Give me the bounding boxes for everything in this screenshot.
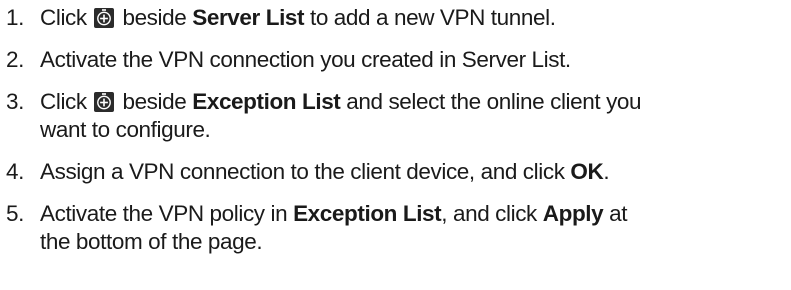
step-4: 4. Assign a VPN connection to the client… [6, 158, 786, 186]
step-number: 3. [6, 89, 24, 114]
step-2: 2. Activate the VPN connection you creat… [6, 46, 786, 74]
step-text-part: . [603, 159, 610, 184]
step-text-part: and select the online client you [340, 89, 642, 114]
step-text: Assign a VPN connection to the client de… [40, 158, 786, 186]
step-5: 5. Activate the VPN policy in Exception … [6, 200, 786, 256]
ok-label: OK [570, 159, 604, 184]
step-text-part: Assign a VPN connection to the client de… [40, 159, 571, 184]
step-text-part: beside [116, 89, 193, 114]
step-text-part: want to configure. [40, 117, 211, 142]
step-text-part: Click [40, 5, 93, 30]
step-text-part: Click [40, 89, 93, 114]
step-text: Activate the VPN connection you created … [40, 47, 571, 72]
step-number: 2. [6, 47, 24, 72]
add-circle-icon [93, 92, 114, 112]
step-text-part: at [603, 201, 628, 226]
step-text-part: , and click [441, 201, 543, 226]
step-text-part: the bottom of the page. [40, 229, 263, 254]
step-text-part: to add a new VPN tunnel. [304, 5, 556, 30]
step-number: 1. [6, 5, 24, 30]
step-text: Activate the VPN policy in Exception Lis… [40, 200, 786, 256]
step-number: 5. [6, 201, 24, 226]
step-text-part: Activate the VPN policy in [40, 201, 294, 226]
server-list-label: Server List [192, 5, 305, 30]
step-number: 4. [6, 159, 24, 184]
step-text-part: beside [116, 5, 193, 30]
step-text: Click beside Exception List and select t… [40, 88, 786, 144]
apply-label: Apply [542, 201, 604, 226]
step-3: 3. Click beside Exception List and selec… [6, 88, 786, 144]
exception-list-label: Exception List [192, 89, 341, 114]
exception-list-label: Exception List [293, 201, 442, 226]
instruction-list: 1. Click beside Server List to add a new… [6, 4, 786, 270]
add-circle-icon [93, 8, 114, 28]
step-text: Click beside Server List to add a new VP… [40, 4, 786, 32]
step-1: 1. Click beside Server List to add a new… [6, 4, 786, 32]
